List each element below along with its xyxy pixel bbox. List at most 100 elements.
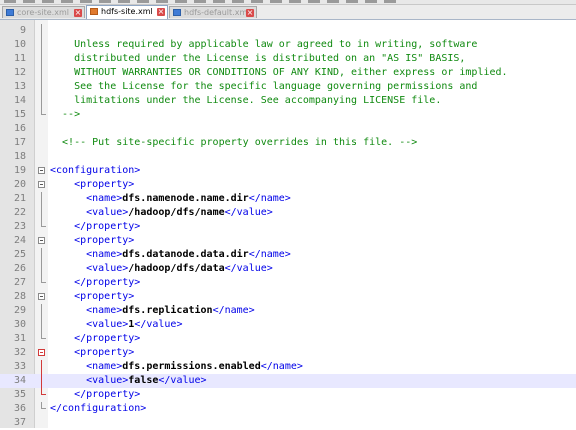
code-line[interactable]: 30 <value>1</value> bbox=[0, 318, 576, 332]
show-all-icon[interactable] bbox=[365, 0, 377, 3]
find-icon[interactable] bbox=[232, 0, 244, 3]
code-line[interactable]: 23 </property> bbox=[0, 220, 576, 234]
fold-toggle-icon[interactable] bbox=[37, 234, 47, 248]
code-line[interactable]: 28 <property> bbox=[0, 290, 576, 304]
undo-icon[interactable] bbox=[194, 0, 206, 3]
xml-tag: <property> bbox=[50, 291, 135, 302]
line-code: <configuration> bbox=[50, 164, 140, 178]
code-line[interactable]: 34 <value>false</value> bbox=[0, 374, 576, 388]
code-line[interactable]: 36 </configuration> bbox=[0, 402, 576, 416]
xml-tag: </value> bbox=[134, 319, 183, 330]
redo-icon[interactable] bbox=[213, 0, 225, 3]
close-tab-icon[interactable]: × bbox=[74, 9, 82, 17]
line-code: <!-- Put site-specific property override… bbox=[50, 136, 417, 150]
code-line[interactable]: 10 Unless required by applicable law or … bbox=[0, 38, 576, 52]
fold-guide bbox=[37, 318, 47, 332]
code-line[interactable]: 35 </property> bbox=[0, 388, 576, 402]
code-line[interactable]: 16 bbox=[0, 122, 576, 136]
line-number: 32 bbox=[13, 347, 26, 358]
code-line[interactable]: 20 <property> bbox=[0, 178, 576, 192]
xml-tag: </value> bbox=[224, 207, 273, 218]
code-line[interactable]: 32 <property> bbox=[0, 346, 576, 360]
new-icon[interactable] bbox=[4, 0, 16, 3]
code-line[interactable]: 33 <name>dfs.permissions.enabled</name> bbox=[0, 360, 576, 374]
fold-toggle-icon[interactable] bbox=[37, 178, 47, 192]
code-line[interactable]: 21 <name>dfs.namenode.name.dir</name> bbox=[0, 192, 576, 206]
xml-comment: Unless required by applicable law or agr… bbox=[50, 39, 478, 50]
zoom-in-icon[interactable] bbox=[270, 0, 282, 3]
xml-tag: </property> bbox=[50, 389, 141, 400]
xml-tag: <value> bbox=[50, 263, 129, 274]
tab-hdfs-site[interactable]: hdfs-site.xml × bbox=[86, 5, 168, 19]
code-line[interactable]: 17 <!-- Put site-specific property overr… bbox=[0, 136, 576, 150]
line-number: 15 bbox=[13, 109, 26, 120]
fold-guide bbox=[37, 52, 47, 66]
code-line[interactable]: 14 limitations under the License. See ac… bbox=[0, 94, 576, 108]
line-number: 18 bbox=[13, 151, 26, 162]
tab-label: core-site.xml bbox=[17, 8, 69, 17]
code-line[interactable]: 25 <name>dfs.datanode.data.dir</name> bbox=[0, 248, 576, 262]
code-line[interactable]: 26 <value>/hadoop/dfs/data</value> bbox=[0, 262, 576, 276]
indent-icon[interactable] bbox=[346, 0, 358, 3]
fold-guide bbox=[37, 24, 47, 38]
xml-tag: <name> bbox=[50, 361, 123, 372]
line-code: <value>false</value> bbox=[50, 374, 206, 388]
line-code: </property> bbox=[50, 388, 140, 402]
code-editor[interactable]: 9 10 Unless required by applicable law or… bbox=[0, 20, 576, 428]
xml-text-value: false bbox=[128, 375, 159, 386]
xml-tag: <name> bbox=[50, 305, 123, 316]
close-tab-icon[interactable]: × bbox=[246, 9, 254, 17]
paste-icon[interactable] bbox=[175, 0, 187, 3]
fold-end-marker bbox=[37, 276, 47, 290]
xml-tag: <value> bbox=[50, 207, 129, 218]
fold-end-marker bbox=[37, 108, 47, 122]
file-icon bbox=[173, 9, 181, 16]
line-code: </property> bbox=[50, 276, 140, 290]
code-line[interactable]: 15 --> bbox=[0, 108, 576, 122]
fold-toggle-icon[interactable] bbox=[37, 290, 47, 304]
replace-icon[interactable] bbox=[251, 0, 263, 3]
tab-core-site[interactable]: core-site.xml × bbox=[2, 6, 85, 18]
line-code: </configuration> bbox=[50, 402, 146, 416]
xml-text-value: dfs.permissions.enabled bbox=[122, 361, 261, 372]
xml-tag: <property> bbox=[50, 235, 135, 246]
close-icon[interactable] bbox=[80, 0, 92, 3]
line-number: 29 bbox=[13, 305, 26, 316]
xml-tag: <name> bbox=[50, 193, 123, 204]
code-line[interactable]: 12 WITHOUT WARRANTIES OR CONDITIONS OF A… bbox=[0, 66, 576, 80]
code-line[interactable]: 9 bbox=[0, 24, 576, 38]
fold-guide bbox=[37, 360, 47, 374]
code-line[interactable]: 11 distributed under the License is dist… bbox=[0, 52, 576, 66]
sync-icon[interactable] bbox=[308, 0, 320, 3]
code-line[interactable]: 19 <configuration> bbox=[0, 164, 576, 178]
code-line[interactable]: 13 See the License for the specific lang… bbox=[0, 80, 576, 94]
code-line[interactable]: 24 <property> bbox=[0, 234, 576, 248]
code-line[interactable]: 18 bbox=[0, 150, 576, 164]
close-tab-icon[interactable]: × bbox=[157, 8, 165, 16]
line-code: <name>dfs.datanode.data.dir</name> bbox=[50, 248, 291, 262]
save-all-icon[interactable] bbox=[61, 0, 73, 3]
open-icon[interactable] bbox=[23, 0, 35, 3]
code-line[interactable]: 22 <value>/hadoop/dfs/name</value> bbox=[0, 206, 576, 220]
copy-icon[interactable] bbox=[156, 0, 168, 3]
code-line[interactable]: 31 </property> bbox=[0, 332, 576, 346]
fold-toggle-icon[interactable] bbox=[37, 164, 47, 178]
cut-icon[interactable] bbox=[137, 0, 149, 3]
code-line[interactable]: 29 <name>dfs.replication</name> bbox=[0, 304, 576, 318]
save-icon[interactable] bbox=[42, 0, 54, 3]
line-number: 35 bbox=[13, 389, 26, 400]
fold-guide bbox=[37, 66, 47, 80]
line-code: --> bbox=[50, 108, 80, 122]
wrap-icon[interactable] bbox=[327, 0, 339, 3]
code-line[interactable]: 27 </property> bbox=[0, 276, 576, 290]
line-number: 17 bbox=[13, 137, 26, 148]
line-code: <value>/hadoop/dfs/name</value> bbox=[50, 206, 273, 220]
zoom-out-icon[interactable] bbox=[289, 0, 301, 3]
close-all-icon[interactable] bbox=[99, 0, 111, 3]
fold-toggle-icon[interactable] bbox=[37, 346, 47, 360]
xml-tag: </value> bbox=[224, 263, 273, 274]
line-number: 21 bbox=[13, 193, 26, 204]
print-icon[interactable] bbox=[118, 0, 130, 3]
macro-icon[interactable] bbox=[384, 0, 396, 3]
tab-hdfs-default[interactable]: hdfs-default.xml × bbox=[169, 6, 257, 18]
